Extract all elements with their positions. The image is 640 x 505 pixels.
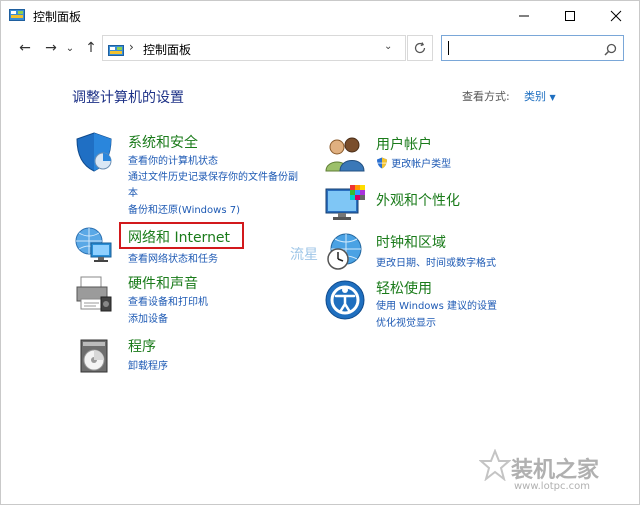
chevron-down-icon: ▼ (549, 93, 556, 102)
category-programs[interactable]: 程序 (128, 336, 156, 356)
refresh-icon (414, 42, 426, 54)
category-clock-region[interactable]: 时钟和区域 (376, 232, 446, 252)
breadcrumb-control-panel[interactable]: 控制面板 (143, 41, 191, 58)
category-appearance-personalization[interactable]: 外观和个性化 (376, 190, 460, 210)
appearance-icon (324, 183, 366, 225)
link-view-network-status[interactable]: 查看网络状态和任务 (128, 250, 218, 265)
recent-locations-button[interactable]: ⌄ (63, 38, 77, 58)
link-change-account-type[interactable]: 更改帐户类型 (376, 155, 451, 170)
shield-icon (73, 131, 115, 173)
view-by-dropdown[interactable]: 类别 ▼ (524, 88, 556, 104)
category-user-accounts[interactable]: 用户帐户 (376, 134, 432, 154)
text-caret (448, 41, 449, 55)
ease-of-access-icon (324, 279, 366, 321)
category-hardware-sound[interactable]: 硬件和声音 (128, 273, 198, 293)
user-accounts-icon (324, 133, 366, 175)
search-input[interactable] (441, 35, 624, 61)
back-button[interactable]: ← (15, 38, 35, 58)
watermark-url: www.lotpc.com (514, 481, 590, 492)
category-network-internet[interactable]: 网络和 Internet (128, 227, 230, 247)
forward-button[interactable]: → (41, 38, 61, 58)
link-add-device[interactable]: 添加设备 (128, 310, 168, 325)
link-optimize-visual-display[interactable]: 优化视觉显示 (376, 314, 436, 329)
link-view-devices-printers[interactable]: 查看设备和打印机 (128, 293, 208, 308)
up-button[interactable]: ↑ (81, 38, 101, 58)
link-change-account-type-label: 更改帐户类型 (391, 159, 452, 170)
breadcrumb-separator: › (129, 40, 134, 54)
link-file-history-backup[interactable]: 通过文件历史记录保存你的文件备份副 (128, 168, 298, 183)
watermark-brand: 装机之家 (511, 458, 600, 483)
close-icon (610, 10, 622, 22)
maximize-icon (565, 11, 575, 21)
link-view-computer-status[interactable]: 查看你的计算机状态 (128, 152, 218, 167)
uac-shield-icon (377, 157, 387, 169)
control-panel-icon (108, 42, 124, 56)
network-globe-icon (73, 223, 115, 265)
programs-icon (73, 334, 115, 376)
link-backup-restore[interactable]: 备份和还原(Windows 7) (128, 201, 240, 216)
maximize-button[interactable] (547, 1, 593, 31)
link-file-history-backup-cont[interactable]: 本 (128, 184, 138, 199)
link-uninstall-program[interactable]: 卸载程序 (128, 357, 168, 372)
clock-region-icon (324, 231, 366, 273)
category-system-security[interactable]: 系统和安全 (128, 132, 198, 152)
star-logo-icon (478, 448, 512, 485)
window-title: 控制面板 (33, 10, 82, 24)
printer-icon (73, 273, 115, 315)
control-panel-window: 控制面板 ← → ⌄ ↑ › 控制面板 ⌄ 调整计算机的设置 查看方式: 类别 … (0, 0, 640, 505)
refresh-button[interactable] (407, 35, 433, 61)
category-ease-of-access[interactable]: 轻松使用 (376, 278, 432, 298)
control-panel-icon (9, 8, 25, 22)
link-change-date-time-format[interactable]: 更改日期、时间或数字格式 (376, 254, 496, 269)
search-icon[interactable] (604, 41, 617, 60)
page-title: 调整计算机的设置 (72, 90, 184, 106)
address-dropdown-button[interactable]: ⌄ (384, 41, 392, 52)
close-button[interactable] (593, 1, 639, 31)
view-by-label: 查看方式: (462, 90, 510, 103)
view-by-value: 类别 (524, 90, 546, 103)
title-bar: 控制面板 (1, 1, 639, 31)
link-use-windows-recommended-settings[interactable]: 使用 Windows 建议的设置 (376, 297, 497, 312)
address-bar[interactable]: › 控制面板 ⌄ (102, 35, 406, 61)
watermark-text: 流星 (290, 247, 318, 263)
navigation-bar: ← → ⌄ ↑ › 控制面板 ⌄ (1, 31, 639, 65)
minimize-icon (519, 15, 529, 17)
minimize-button[interactable] (501, 1, 547, 31)
